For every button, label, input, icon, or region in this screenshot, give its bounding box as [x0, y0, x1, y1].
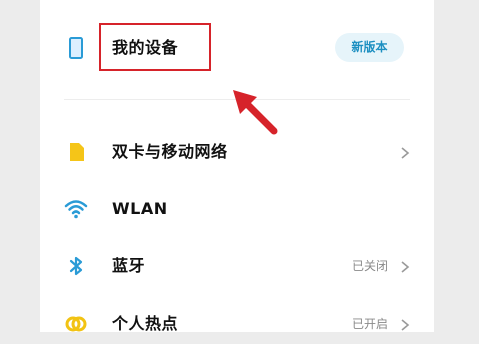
chevron-right-icon [398, 259, 412, 273]
sim-network-row[interactable]: 双卡与移动网络 [40, 132, 434, 172]
hotspot-icon [64, 312, 88, 336]
chevron-right-icon [398, 145, 412, 159]
hotspot-label: 个人热点 [112, 314, 179, 333]
chevron-right-icon [398, 317, 412, 331]
sim-network-label: 双卡与移动网络 [112, 142, 228, 161]
hotspot-row[interactable]: 个人热点 已开启 [40, 304, 434, 344]
sim-card-icon [64, 140, 88, 164]
annotation-highlight-box [99, 23, 211, 71]
hotspot-status: 已开启 [351, 317, 388, 331]
phone-icon [64, 36, 88, 60]
bluetooth-status: 已关闭 [351, 259, 388, 273]
new-version-badge[interactable]: 新版本 [335, 33, 404, 62]
annotation-arrow-icon [233, 90, 278, 135]
bluetooth-icon [64, 254, 88, 278]
wlan-row[interactable]: WLAN [40, 189, 434, 229]
wifi-icon [64, 197, 88, 221]
wlan-label: WLAN [112, 199, 168, 218]
bluetooth-label: 蓝牙 [112, 256, 146, 275]
bluetooth-row[interactable]: 蓝牙 已关闭 [40, 246, 434, 286]
